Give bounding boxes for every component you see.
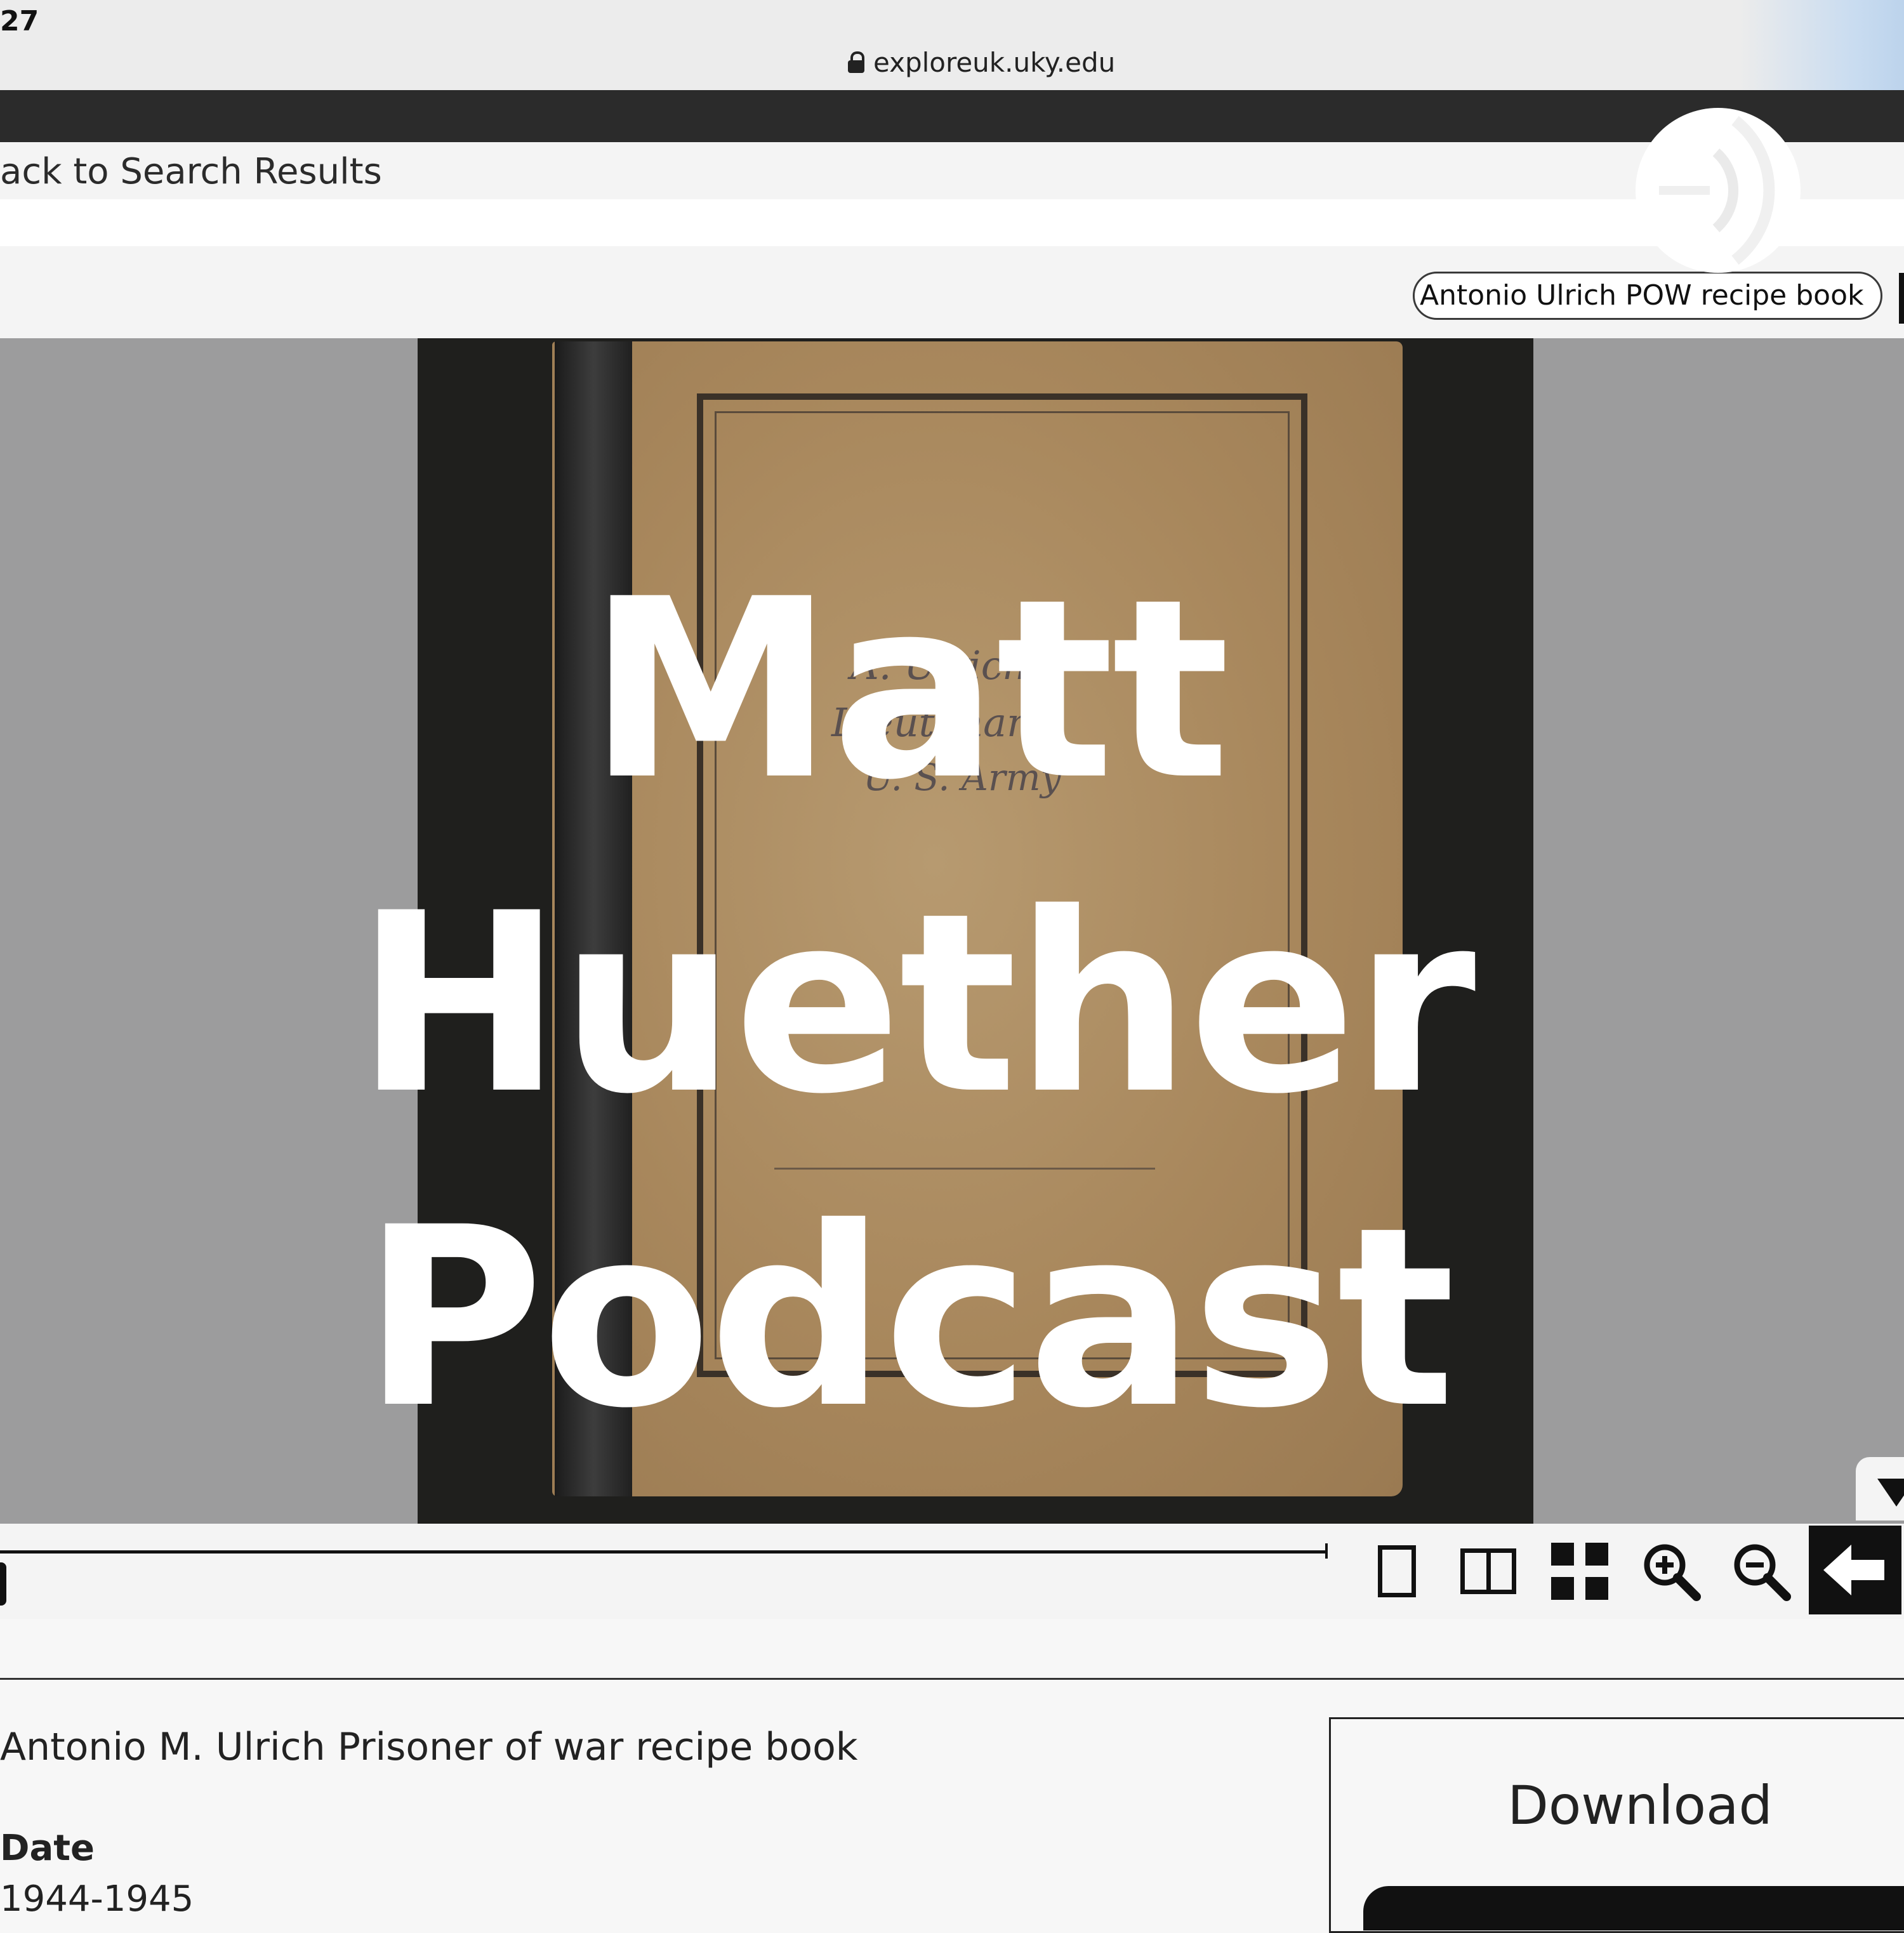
thumbnail-view-button[interactable]	[1545, 1540, 1615, 1603]
podcast-title-overlay: Matt Huether Podcast	[355, 533, 1476, 1475]
search-submit-button[interactable]	[1899, 273, 1904, 324]
viewer-toggle-button[interactable]	[1856, 1457, 1904, 1521]
site-top-bar	[0, 90, 1904, 142]
date-label: Date	[0, 1828, 95, 1869]
page-slider-handle[interactable]	[0, 1562, 6, 1606]
zoom-out-button[interactable]	[1726, 1540, 1796, 1603]
page-slider-track[interactable]	[0, 1550, 1328, 1554]
arrow-left-icon	[1823, 1545, 1884, 1595]
zoom-in-icon	[1644, 1544, 1701, 1601]
item-title: Antonio M. Ulrich Prisoner of war recipe…	[0, 1725, 858, 1769]
page-slider-end	[1325, 1543, 1328, 1559]
download-heading: Download	[1507, 1774, 1773, 1837]
podcast-broadcast-icon	[1636, 108, 1801, 273]
previous-page-button[interactable]	[1809, 1526, 1901, 1614]
zoom-in-button[interactable]	[1636, 1540, 1706, 1603]
section-divider	[0, 1678, 1904, 1680]
overlay-title-line: Podcast	[362, 1174, 1455, 1462]
url-text: exploreuk.uky.edu	[873, 46, 1116, 78]
single-page-view-button[interactable]	[1362, 1540, 1432, 1603]
viewer-toolbar	[0, 1524, 1904, 1619]
address-bar[interactable]: exploreuk.uky.edu	[848, 44, 1115, 80]
zoom-out-icon	[1734, 1544, 1791, 1601]
two-page-icon	[1460, 1548, 1516, 1594]
status-bar-glow	[1739, 0, 1904, 90]
single-page-icon	[1378, 1545, 1416, 1597]
two-page-view-button[interactable]	[1453, 1540, 1523, 1603]
lock-icon	[848, 51, 864, 73]
date-value: 1944-1945	[0, 1878, 194, 1920]
back-to-search-results-link[interactable]: ack to Search Results	[0, 151, 382, 192]
header-spacer	[0, 199, 1904, 246]
overlay-title-line: Huether	[355, 860, 1476, 1148]
overlay-title-line: Matt	[587, 546, 1230, 834]
triangle-down-icon	[1877, 1479, 1904, 1507]
download-button[interactable]	[1363, 1886, 1904, 1930]
status-time: 27	[0, 5, 39, 37]
thumbnail-grid-icon	[1551, 1543, 1608, 1600]
